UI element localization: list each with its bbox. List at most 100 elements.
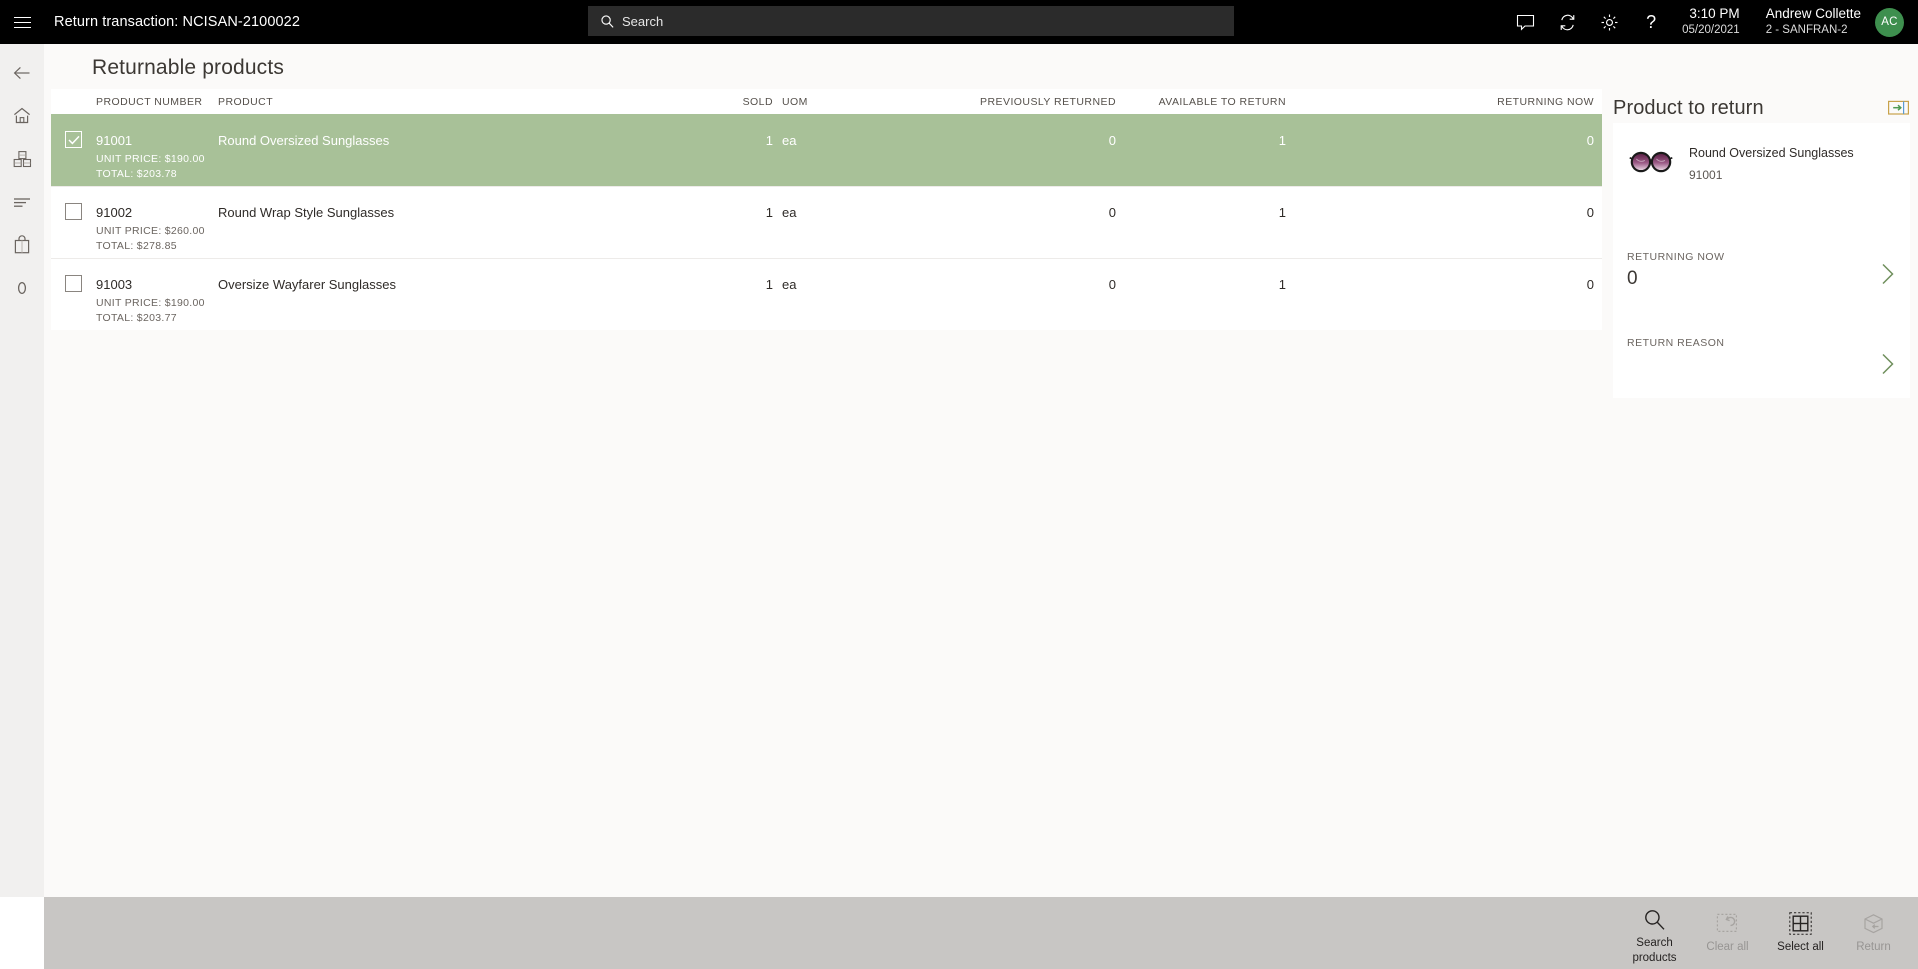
return-reason-label: RETURN REASON [1627, 337, 1725, 349]
return-label: Return [1856, 941, 1891, 953]
column-header-product[interactable]: PRODUCT [218, 89, 648, 108]
expand-panel-icon[interactable] [1888, 100, 1910, 118]
clear-all-button[interactable]: Clear all [1697, 905, 1758, 961]
search-products-label: Search products [1632, 937, 1677, 964]
unit-price-line: UNIT PRICE: $190.00 [96, 297, 205, 309]
returning-now-label: RETURNING NOW [1627, 251, 1725, 263]
table-row[interactable]: 91002 Round Wrap Style Sunglasses 1 ea 0… [51, 186, 1602, 258]
return-button[interactable]: Return [1843, 905, 1904, 961]
bottom-app-bar: Search products Clear all Select all Ret… [44, 897, 1918, 969]
row-checkbox[interactable] [51, 187, 96, 258]
column-header-sold[interactable]: SOLD [648, 89, 773, 108]
clear-undo-icon [1716, 910, 1739, 936]
product-to-return-panel: Product to return Round Oversized Sungla… [1613, 88, 1918, 941]
sync-icon[interactable] [1546, 0, 1588, 44]
user-info[interactable]: Andrew Collette 2 - SANFRAN-2 [1766, 5, 1861, 39]
back-icon [13, 66, 30, 79]
panel-title: Product to return [1613, 97, 1764, 119]
shopping-bag-icon [14, 235, 30, 254]
page-title: Returnable products [92, 56, 284, 79]
column-header-uom[interactable]: UOM [773, 89, 807, 108]
cell-available-to-return: 1 [1278, 133, 1286, 148]
total-line: TOTAL: $278.85 [96, 240, 177, 253]
chevron-right-icon[interactable] [1878, 261, 1898, 287]
sidebar-item-cart[interactable] [0, 223, 44, 266]
global-search-input[interactable]: Search [588, 6, 1234, 36]
home-icon [14, 107, 30, 124]
cell-available-to-return: 1 [1278, 205, 1286, 220]
message-icon[interactable] [1504, 0, 1546, 44]
help-icon[interactable]: ? [1630, 0, 1672, 44]
column-header-checkbox [51, 89, 96, 96]
help-glyph: ? [1646, 12, 1657, 32]
clock-display: 3:10 PM 05/20/2021 [1682, 5, 1740, 39]
total-line: TOTAL: $203.77 [96, 312, 177, 325]
row-price-detail: UNIT PRICE: $260.00 TOTAL: $278.85 [96, 224, 205, 254]
cell-returning-now: 0 [1586, 133, 1594, 148]
cell-product: Oversize Wayfarer Sunglasses [218, 277, 396, 292]
topbar-right-cluster: ? 3:10 PM 05/20/2021 Andrew Collette 2 -… [1504, 0, 1918, 44]
sidebar-item-back[interactable] [0, 51, 44, 94]
total-line: TOTAL: $203.78 [96, 168, 177, 181]
column-header-product-number[interactable]: PRODUCT NUMBER [96, 89, 218, 108]
avatar[interactable]: AC [1875, 7, 1904, 37]
cell-returning-now: 0 [1586, 205, 1594, 220]
row-price-detail: UNIT PRICE: $190.00 TOTAL: $203.77 [96, 296, 205, 326]
search-placeholder: Search [622, 13, 664, 29]
panel-product-meta: Round Oversized Sunglasses 91001 [1689, 143, 1854, 182]
sunglasses-thumbnail [1629, 151, 1673, 173]
cell-previously-returned: 0 [1108, 277, 1116, 292]
panel-card: Round Oversized Sunglasses 91001 RETURNI… [1613, 123, 1910, 398]
user-name: Andrew Collette [1765, 6, 1861, 22]
select-all-grid-icon [1789, 910, 1812, 936]
sidebar-item-products[interactable] [0, 137, 44, 180]
hamburger-menu-icon[interactable] [0, 0, 44, 44]
sidebar-item-home[interactable] [0, 94, 44, 137]
left-nav-rail [0, 44, 44, 897]
table-row[interactable]: 91001 Round Oversized Sunglasses 1 ea 0 … [51, 114, 1602, 186]
select-all-label: Select all [1777, 941, 1824, 953]
column-header-available-to-return[interactable]: AVAILABLE TO RETURN [1116, 89, 1286, 108]
cell-returning-now: 0 [1586, 277, 1594, 292]
cell-previously-returned: 0 [1108, 133, 1116, 148]
user-store: 2 - SANFRAN-2 [1765, 24, 1848, 37]
unit-price-line: UNIT PRICE: $190.00 [96, 153, 205, 165]
sidebar-item-journals[interactable] [0, 180, 44, 223]
returnable-products-table: PRODUCT NUMBER PRODUCT SOLD UOM PREVIOUS… [51, 89, 1602, 330]
cell-uom: ea [782, 133, 797, 148]
returning-now-field[interactable]: RETURNING NOW 0 [1613, 251, 1910, 319]
cell-sold: 1 [765, 277, 773, 292]
cell-sold: 1 [765, 205, 773, 220]
cell-uom: ea [782, 205, 797, 220]
magnifier-icon [1643, 906, 1666, 932]
return-reason-field[interactable]: RETURN REASON [1613, 337, 1910, 397]
chevron-right-icon[interactable] [1878, 351, 1898, 377]
top-header-bar: Return transaction: NCISAN-2100022 Searc… [0, 0, 1918, 44]
column-header-returning-now[interactable]: RETURNING NOW [1286, 89, 1602, 108]
cell-product: Round Wrap Style Sunglasses [218, 205, 395, 220]
row-price-detail: UNIT PRICE: $190.00 TOTAL: $203.78 [96, 152, 205, 182]
cell-available-to-return: 1 [1278, 277, 1286, 292]
checkmark-icon [67, 135, 80, 144]
panel-product-number: 91001 [1689, 167, 1723, 182]
table-header-row: PRODUCT NUMBER PRODUCT SOLD UOM PREVIOUS… [51, 89, 1602, 114]
settings-gear-icon[interactable] [1588, 0, 1630, 44]
panel-header: Product to return [1613, 97, 1918, 120]
return-box-icon [1862, 910, 1885, 936]
zero-count-icon [17, 281, 27, 294]
cell-product: Round Oversized Sunglasses [218, 133, 390, 148]
clear-all-label: Clear all [1706, 941, 1749, 953]
row-checkbox[interactable] [51, 115, 96, 186]
row-checkbox[interactable] [51, 259, 96, 330]
returning-now-value: 0 [1627, 268, 1638, 289]
search-products-button[interactable]: Search products [1624, 901, 1685, 965]
column-header-previously-returned[interactable]: PREVIOUSLY RETURNED [795, 89, 1116, 108]
select-all-button[interactable]: Select all [1770, 905, 1831, 961]
selected-product-summary: Round Oversized Sunglasses 91001 [1613, 123, 1910, 218]
products-icon [13, 150, 31, 167]
cell-sold: 1 [765, 133, 773, 148]
cell-uom: ea [782, 277, 797, 292]
unit-price-line: UNIT PRICE: $260.00 [96, 225, 205, 237]
table-row[interactable]: 91003 Oversize Wayfarer Sunglasses 1 ea … [51, 258, 1602, 330]
sidebar-item-count[interactable] [0, 266, 44, 309]
